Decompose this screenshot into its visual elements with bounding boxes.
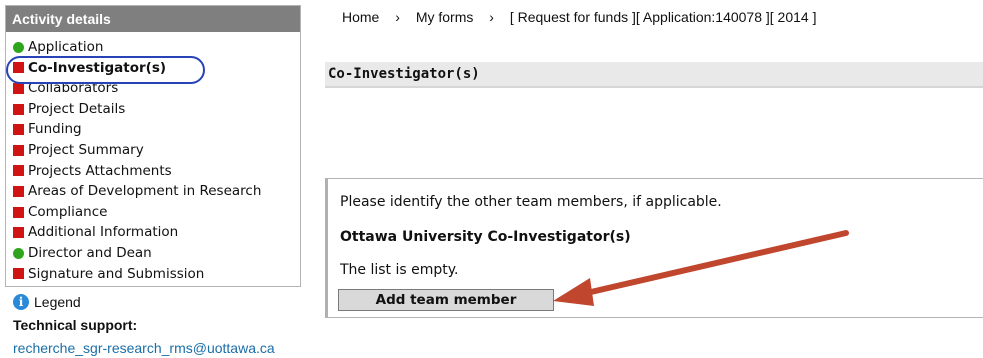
breadcrumb: Home › My forms › [ Request for funds ][… [342,9,816,25]
sidebar-item-director-and-dean[interactable]: Director and Dean [6,243,300,264]
sidebar-item-label: Areas of Development in Research [28,183,262,200]
intro-text: Please identify the other team members, … [340,194,722,210]
sidebar-menu: Application Co-Investigator(s) Collaborato… [6,32,300,284]
support-email-link[interactable]: recherche_sgr-research_rms@uottawa.ca [13,340,275,356]
legend-label: Legend [34,294,81,310]
sidebar-item-label: Application [28,39,104,55]
sidebar-item-application[interactable]: Application [6,37,300,58]
status-complete-icon [13,247,24,259]
section-title: Co-Investigator(s) [325,62,983,88]
chevron-right-icon: › [395,9,400,25]
info-icon: i [13,294,29,310]
status-incomplete-icon [13,206,24,218]
status-incomplete-icon [13,144,24,156]
sidebar-item-funding[interactable]: Funding [6,119,300,140]
status-incomplete-icon [13,62,24,74]
status-incomplete-icon [13,82,24,94]
sidebar-item-label: Projects Attachments [28,162,172,179]
status-incomplete-icon [13,124,24,136]
status-incomplete-icon [13,227,24,239]
panel-subtitle: Ottawa University Co-Investigator(s) [340,229,631,245]
sidebar-item-additional-information[interactable]: Additional Information [6,222,300,243]
legend-link[interactable]: i Legend [13,294,81,310]
co-investigators-panel: Please identify the other team members, … [325,178,983,318]
breadcrumb-current: [ Request for funds ][ Application:14007… [509,9,817,25]
empty-list-message: The list is empty. [340,262,459,278]
sidebar-item-areas-of-development-in-research[interactable]: Areas of Development in Research [6,181,300,202]
sidebar-item-co-investigator-s[interactable]: Co-Investigator(s) [6,58,300,79]
status-complete-icon [13,41,24,53]
activity-details-sidebar: Activity details Application Co-Investiga… [5,5,301,287]
sidebar-item-label: Project Summary [28,141,144,158]
status-incomplete-icon [13,185,24,197]
sidebar-item-label: Signature and Submission [28,265,205,282]
sidebar-item-label: Additional Information [28,224,179,241]
add-team-member-button[interactable]: Add team member [338,289,554,311]
technical-support-title: Technical support: [13,317,138,333]
status-incomplete-icon [13,103,24,115]
status-incomplete-icon [13,165,24,177]
sidebar-header: Activity details [6,6,300,32]
sidebar-item-label: Funding [28,121,82,138]
sidebar-item-signature-and-submission[interactable]: Signature and Submission [6,264,300,285]
status-incomplete-icon [13,268,24,280]
sidebar-item-compliance[interactable]: Compliance [6,202,300,223]
sidebar-item-projects-attachments[interactable]: Projects Attachments [6,161,300,182]
sidebar-item-label: Director and Dean [28,244,152,261]
sidebar-item-label: Project Details [28,100,126,117]
breadcrumb-my-forms[interactable]: My forms [416,9,474,25]
sidebar-item-project-summary[interactable]: Project Summary [6,140,300,161]
breadcrumb-home[interactable]: Home [342,9,379,25]
chevron-right-icon: › [489,9,494,25]
sidebar-item-collaborators[interactable]: Collaborators [6,78,300,99]
sidebar-item-project-details[interactable]: Project Details [6,99,300,120]
sidebar-item-label: Co-Investigator(s) [28,59,167,76]
sidebar-item-label: Collaborators [28,80,119,97]
sidebar-item-label: Compliance [28,203,108,220]
